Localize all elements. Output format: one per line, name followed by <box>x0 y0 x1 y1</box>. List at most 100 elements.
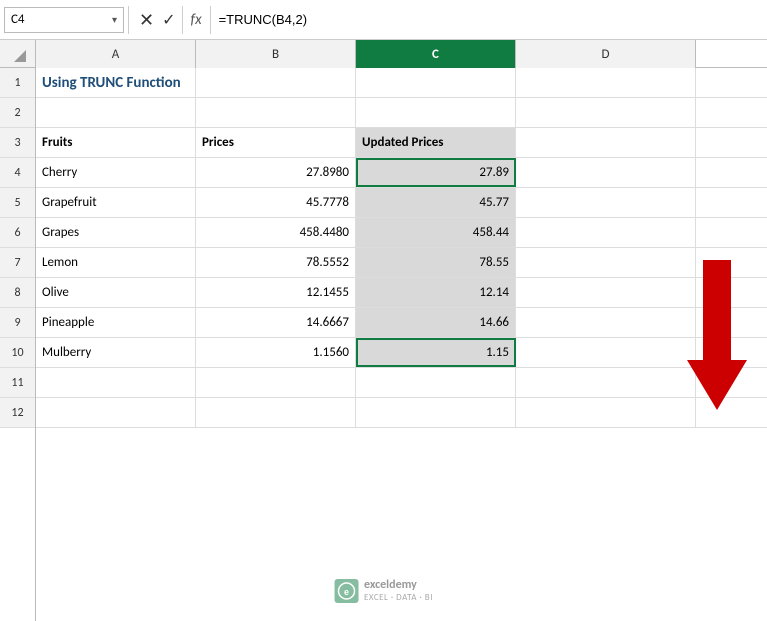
row-header-7[interactable]: 7 <box>0 248 35 278</box>
watermark-brand: exceldemy <box>364 578 433 592</box>
cell-c1[interactable] <box>356 68 516 98</box>
row-2 <box>36 98 767 128</box>
cell-c12[interactable] <box>356 398 516 427</box>
row-3: Fruits Prices Updated Prices <box>36 128 767 158</box>
cancel-formula-icon[interactable]: ✕ <box>139 9 154 31</box>
cell-b6[interactable]: 458.4480 <box>196 218 356 247</box>
name-box[interactable]: C4 ▾ <box>4 7 124 33</box>
cell-a2[interactable] <box>36 98 196 127</box>
cell-b7[interactable]: 78.5552 <box>196 248 356 277</box>
row-9: Pineapple 14.6667 14.66 <box>36 308 767 338</box>
row-header-5[interactable]: 5 <box>0 188 35 218</box>
cell-b4[interactable]: 27.8980 <box>196 158 356 187</box>
row-4: Cherry 27.8980 27.89 <box>36 158 767 188</box>
rows-area: 1 2 3 4 5 6 7 8 9 10 11 12 Using TRUNC F… <box>0 68 767 621</box>
cell-a5[interactable]: Grapefruit <box>36 188 196 217</box>
cell-d10[interactable] <box>516 338 696 367</box>
fx-label: fx <box>182 6 211 34</box>
col-header-a[interactable]: A <box>36 40 196 68</box>
column-headers-row: A B C D <box>0 40 767 68</box>
cell-c11[interactable] <box>356 368 516 397</box>
cell-a1[interactable]: Using TRUNC Function <box>36 68 196 98</box>
cell-c8[interactable]: 12.14 <box>356 278 516 307</box>
cell-d6[interactable] <box>516 218 696 247</box>
cell-b1[interactable] <box>196 68 356 98</box>
row-10: Mulberry 1.1560 1.15 <box>36 338 767 368</box>
cell-a4[interactable]: Cherry <box>36 158 196 187</box>
row-12 <box>36 398 767 428</box>
col-header-c[interactable]: C <box>356 40 516 68</box>
cell-c6[interactable]: 458.44 <box>356 218 516 247</box>
spreadsheet: A B C D 1 2 3 4 5 6 7 8 9 10 11 12 <box>0 40 767 621</box>
cell-b10[interactable]: 1.1560 <box>196 338 356 367</box>
row-5: Grapefruit 45.7778 45.77 <box>36 188 767 218</box>
row-header-9[interactable]: 9 <box>0 308 35 338</box>
cell-a8[interactable]: Olive <box>36 278 196 307</box>
formula-icons: ✕ ✓ <box>133 9 182 31</box>
watermark: e exceldemy EXCEL · DATA · BI <box>334 578 433 603</box>
row-6: Grapes 458.4480 458.44 <box>36 218 767 248</box>
svg-text:e: e <box>344 587 349 597</box>
cell-d3[interactable] <box>516 128 696 157</box>
cell-b9[interactable]: 14.6667 <box>196 308 356 337</box>
row-header-4[interactable]: 4 <box>0 158 35 188</box>
cell-a3[interactable]: Fruits <box>36 128 196 157</box>
row-header-2[interactable]: 2 <box>0 98 35 128</box>
cell-a9[interactable]: Pineapple <box>36 308 196 337</box>
cell-a11[interactable] <box>36 368 196 397</box>
cell-d1[interactable] <box>516 68 696 98</box>
row-header-8[interactable]: 8 <box>0 278 35 308</box>
cell-b2[interactable] <box>196 98 356 127</box>
row-header-12[interactable]: 12 <box>0 398 35 428</box>
cell-c4[interactable]: 27.89 <box>356 158 516 187</box>
corner-cell[interactable] <box>0 40 36 68</box>
row-header-11[interactable]: 11 <box>0 368 35 398</box>
cell-a10[interactable]: Mulberry <box>36 338 196 367</box>
cell-c10[interactable]: 1.15 <box>356 338 516 367</box>
confirm-formula-icon[interactable]: ✓ <box>162 10 175 30</box>
cell-c7[interactable]: 78.55 <box>356 248 516 277</box>
grid: Using TRUNC Function Fruits Prices Upda <box>36 68 767 621</box>
row-7: Lemon 78.5552 78.55 <box>36 248 767 278</box>
row-headers: 1 2 3 4 5 6 7 8 9 10 11 12 <box>0 68 36 621</box>
cell-d11[interactable] <box>516 368 696 397</box>
cell-b8[interactable]: 12.1455 <box>196 278 356 307</box>
cell-d4[interactable] <box>516 158 696 187</box>
cell-a12[interactable] <box>36 398 196 427</box>
formula-input[interactable] <box>211 7 763 33</box>
row-header-3[interactable]: 3 <box>0 128 35 158</box>
name-box-chevron-icon: ▾ <box>112 13 117 26</box>
row-1: Using TRUNC Function <box>36 68 767 98</box>
formula-bar: C4 ▾ ✕ ✓ fx <box>0 0 767 40</box>
row-8: Olive 12.1455 12.14 <box>36 278 767 308</box>
cell-d7[interactable] <box>516 248 696 277</box>
row-header-6[interactable]: 6 <box>0 218 35 248</box>
name-box-value: C4 <box>11 12 25 27</box>
row-header-1[interactable]: 1 <box>0 68 35 98</box>
arrow-head-icon <box>687 360 747 410</box>
cell-a6[interactable]: Grapes <box>36 218 196 247</box>
watermark-text: exceldemy EXCEL · DATA · BI <box>364 578 433 603</box>
cell-b5[interactable]: 45.7778 <box>196 188 356 217</box>
cell-a7[interactable]: Lemon <box>36 248 196 277</box>
cell-b12[interactable] <box>196 398 356 427</box>
cell-b3[interactable]: Prices <box>196 128 356 157</box>
cell-d5[interactable] <box>516 188 696 217</box>
cell-c9[interactable]: 14.66 <box>356 308 516 337</box>
cell-c3[interactable]: Updated Prices <box>356 128 516 157</box>
cell-d8[interactable] <box>516 278 696 307</box>
cell-b11[interactable] <box>196 368 356 397</box>
col-header-d[interactable]: D <box>516 40 696 68</box>
select-all-icon <box>14 50 26 62</box>
col-header-b[interactable]: B <box>196 40 356 68</box>
cell-d12[interactable] <box>516 398 696 427</box>
watermark-logo: e <box>334 579 358 603</box>
cell-c2[interactable] <box>356 98 516 127</box>
watermark-logo-icon: e <box>337 582 355 600</box>
cell-d2[interactable] <box>516 98 696 127</box>
row-header-10[interactable]: 10 <box>0 338 35 368</box>
cell-d9[interactable] <box>516 308 696 337</box>
watermark-tagline: EXCEL · DATA · BI <box>364 592 433 603</box>
row-11 <box>36 368 767 398</box>
cell-c5[interactable]: 45.77 <box>356 188 516 217</box>
